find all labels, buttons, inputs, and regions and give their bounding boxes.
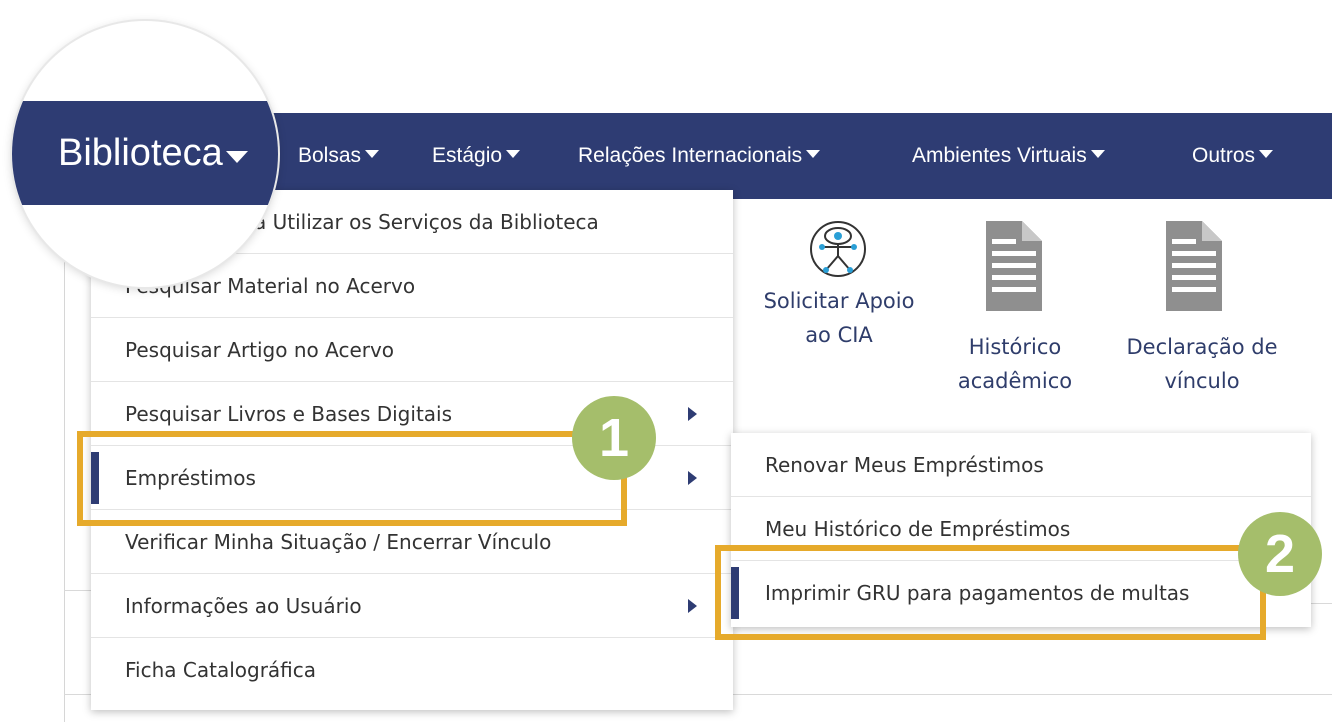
chevron-down-icon	[1259, 150, 1274, 159]
nav-bolsas-label: Bolsas	[298, 144, 362, 167]
menu-item-label: Pesquisar Livros e Bases Digitais	[125, 402, 453, 426]
menu-item-label: Ficha Catalográfica	[125, 658, 317, 682]
menu-item-ficha-catalografica[interactable]: Ficha Catalográfica	[91, 638, 733, 702]
quick-access-label-line2: vínculo	[1164, 369, 1240, 393]
chevron-down-icon	[506, 150, 521, 159]
quick-access-label-line1: Declaração de	[1126, 335, 1278, 359]
accessibility-icon	[810, 221, 866, 277]
nav-estagio[interactable]: Estágio	[432, 113, 521, 199]
submenu-item-label: Meu Histórico de Empréstimos	[765, 517, 1071, 541]
quick-access-label: Histórico acadêmico	[930, 330, 1100, 398]
chevron-down-icon	[1090, 150, 1105, 159]
menu-item-label: Pesquisar Artigo no Acervo	[125, 338, 395, 362]
quick-access-label-line1: Histórico	[968, 335, 1062, 359]
document-icon	[986, 221, 1042, 311]
chevron-down-icon	[806, 150, 821, 159]
submenu-item-label: Renovar Meus Empréstimos	[765, 453, 1044, 477]
chevron-right-icon	[688, 599, 697, 613]
step-badge-1: 1	[572, 396, 656, 480]
nav-estagio-label: Estágio	[432, 144, 503, 167]
magnified-biblioteca-label: Biblioteca	[58, 132, 223, 174]
chevron-right-icon	[688, 407, 697, 421]
quick-access-label-line2: ao CIA	[805, 323, 873, 347]
nav-relacoes-label: Relações Internacionais	[578, 144, 803, 167]
nav-outros[interactable]: Outros	[1192, 113, 1274, 199]
highlight-box-step1	[77, 431, 627, 526]
nav-ambientes-label: Ambientes Virtuais	[912, 144, 1087, 167]
menu-item-label: Verificar Minha Situação / Encerrar Vínc…	[125, 530, 552, 554]
nav-ambientes-virtuais[interactable]: Ambientes Virtuais	[912, 113, 1105, 199]
menu-item-label: Informações ao Usuário	[125, 594, 362, 618]
document-icon	[1166, 221, 1222, 311]
submenu-item-renovar[interactable]: Renovar Meus Empréstimos	[731, 433, 1311, 497]
quick-access-label: Solicitar Apoio ao CIA	[744, 284, 934, 352]
magnifier-callout: Biblioteca	[12, 21, 278, 287]
highlight-box-step2	[715, 545, 1266, 640]
chevron-down-icon	[365, 150, 380, 159]
nav-outros-label: Outros	[1192, 144, 1256, 167]
quick-access-label-line1: Solicitar Apoio	[763, 289, 915, 313]
nav-relacoes-internacionais[interactable]: Relações Internacionais	[578, 113, 821, 199]
chevron-right-icon	[688, 471, 697, 485]
quick-access-label: Declaração de vínculo	[1104, 330, 1300, 398]
menu-item-informacoes-usuario[interactable]: Informações ao Usuário	[91, 574, 733, 638]
step-badge-2: 2	[1238, 512, 1322, 596]
nav-bolsas[interactable]: Bolsas	[298, 113, 380, 199]
menu-item-pesquisar-artigo[interactable]: Pesquisar Artigo no Acervo	[91, 318, 733, 382]
chevron-down-icon	[226, 151, 248, 163]
quick-access-label-line2: acadêmico	[957, 369, 1073, 393]
